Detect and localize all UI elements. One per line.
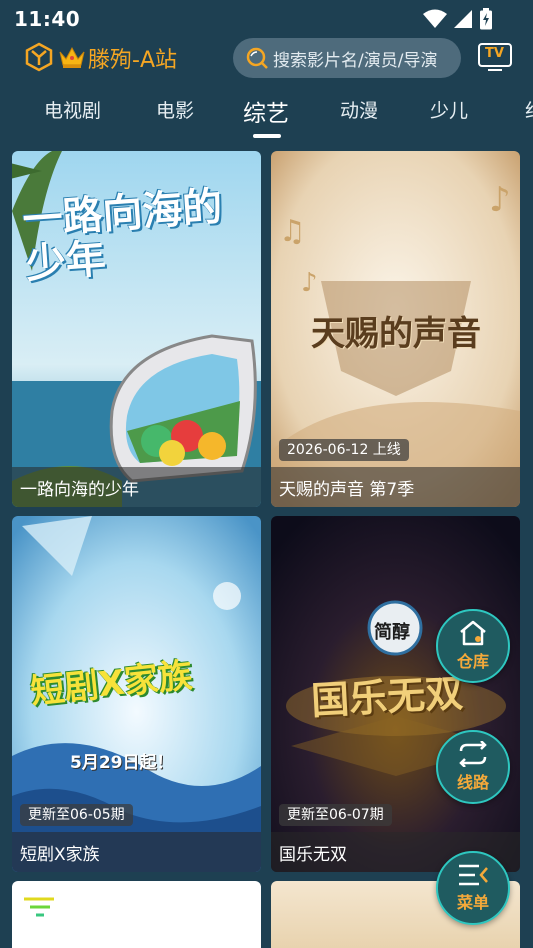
tab-kids[interactable]: 少儿 bbox=[430, 96, 468, 123]
poster-title: 一路向海的少年 bbox=[21, 183, 224, 288]
filter-icon bbox=[24, 897, 54, 917]
tv-label: TV bbox=[485, 46, 504, 61]
update-badge: 更新至06-07期 bbox=[279, 804, 392, 826]
poster-subtitle: 简醇 bbox=[374, 622, 410, 643]
header: 滕殉-A站 搜索影片名/演员/导演 TV bbox=[0, 36, 533, 80]
status-time: 11:40 bbox=[14, 7, 81, 31]
wifi-icon bbox=[423, 9, 447, 28]
status-icons bbox=[423, 8, 493, 30]
card-title: 天赐的声音 第7季 bbox=[271, 467, 520, 507]
route-button[interactable]: 线路 bbox=[436, 730, 510, 804]
battery-icon bbox=[480, 8, 492, 30]
svg-text:♪: ♪ bbox=[301, 268, 318, 298]
menu-button[interactable]: 菜单 bbox=[436, 851, 510, 925]
tab-movies[interactable]: 电影 bbox=[156, 96, 194, 123]
category-tabs: 电视剧 电影 综艺 动漫 少儿 纪 bbox=[0, 88, 533, 140]
poster-title: 国乐无双 bbox=[310, 671, 465, 723]
menu-icon bbox=[459, 864, 488, 886]
app-logo-icon bbox=[25, 42, 53, 72]
tab-documentary[interactable]: 纪 bbox=[525, 96, 533, 123]
video-card[interactable]: 一路向海的少年 一路向海的少年 bbox=[12, 151, 261, 507]
search-icon bbox=[246, 47, 268, 69]
search-input[interactable]: 搜索影片名/演员/导演 bbox=[233, 38, 461, 78]
search-placeholder: 搜索影片名/演员/导演 bbox=[273, 50, 438, 71]
status-bar: 11:40 bbox=[0, 0, 533, 36]
route-label: 线路 bbox=[456, 773, 489, 792]
card-title: 短剧X家族 bbox=[12, 832, 261, 872]
warehouse-button[interactable]: 仓库 bbox=[436, 609, 510, 683]
update-badge: 更新至06-05期 bbox=[20, 804, 133, 826]
video-card[interactable] bbox=[12, 881, 261, 948]
app-title: 滕殉-A站 bbox=[88, 48, 177, 73]
tab-tv-series[interactable]: 电视剧 bbox=[44, 96, 101, 123]
video-card[interactable]: ♪ ♫ ♪ 天赐的声音 2026-06-12 上线 天赐的声音 第7季 bbox=[271, 151, 520, 507]
tab-anime[interactable]: 动漫 bbox=[340, 96, 378, 123]
video-card[interactable]: 短剧X家族 5月29日起！ 更新至06-05期 短剧X家族 bbox=[12, 516, 261, 872]
video-card[interactable]: 简醇 国乐无双 更新至06-07期 国乐无双 bbox=[271, 516, 520, 872]
swap-icon bbox=[459, 741, 487, 767]
warehouse-label: 仓库 bbox=[456, 652, 489, 671]
poster-subtitle: 5月29日起！ bbox=[70, 753, 174, 773]
tv-button[interactable]: TV bbox=[477, 42, 513, 72]
card-title: 一路向海的少年 bbox=[12, 467, 261, 507]
signal-icon bbox=[454, 10, 472, 28]
active-tab-indicator bbox=[253, 134, 281, 138]
release-badge: 2026-06-12 上线 bbox=[279, 439, 409, 461]
tab-variety[interactable]: 综艺 bbox=[243, 94, 289, 128]
poster-title: 天赐的声音 bbox=[311, 314, 481, 354]
crown-icon bbox=[59, 46, 85, 68]
menu-label: 菜单 bbox=[456, 893, 489, 912]
svg-text:♪: ♪ bbox=[489, 180, 511, 220]
svg-text:♫: ♫ bbox=[279, 214, 306, 249]
house-icon bbox=[460, 620, 486, 646]
